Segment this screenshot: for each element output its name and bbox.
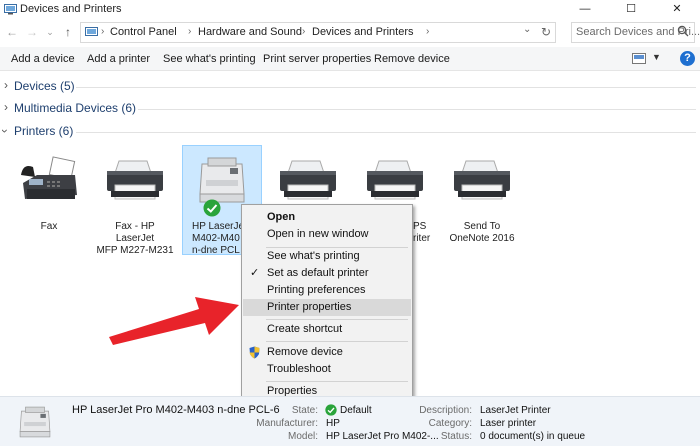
breadcrumb-separator-icon[interactable]: › xyxy=(302,26,305,37)
red-pointer-arrow-icon xyxy=(105,285,245,348)
back-arrow-icon[interactable]: ← xyxy=(4,24,20,40)
address-dropdown-icon[interactable]: ⌄ xyxy=(523,24,531,35)
close-button[interactable]: ✕ xyxy=(654,0,700,18)
help-icon[interactable]: ? xyxy=(680,51,695,66)
group-devices[interactable]: › Devices (5) xyxy=(0,78,700,96)
search-input[interactable]: Search Devices and Pri... xyxy=(571,22,700,43)
printer-label-line: M402-M40 xyxy=(192,233,240,244)
menu-item-set-default-printer[interactable]: ✓ Set as default printer xyxy=(243,265,411,282)
see-whats-printing-button[interactable]: See what's printing xyxy=(163,53,256,65)
printer-label-line: n-dne PCL xyxy=(192,245,240,256)
breadcrumb-separator-icon[interactable]: › xyxy=(101,26,104,37)
menu-item-printing-preferences[interactable]: Printing preferences xyxy=(243,282,411,299)
details-manufacturer-value: HP xyxy=(326,418,340,429)
up-arrow-icon[interactable]: ↑ xyxy=(60,24,76,40)
recent-locations-chevron-icon[interactable]: ⌄ xyxy=(42,24,58,40)
details-description-label: Description: xyxy=(419,405,472,416)
group-printers[interactable]: › Printers (6) xyxy=(0,123,700,141)
menu-item-see-whats-printing[interactable]: See what's printing xyxy=(243,248,411,265)
menu-item-printer-properties[interactable]: Printer properties xyxy=(243,299,411,316)
default-checkmark-icon xyxy=(203,199,221,220)
group-divider xyxy=(138,109,696,110)
breadcrumb-separator-icon[interactable]: › xyxy=(188,26,191,37)
printer-label-line: PS xyxy=(413,221,427,232)
group-divider xyxy=(76,87,696,88)
menu-separator xyxy=(266,341,408,342)
details-manufacturer-label: Manufacturer: xyxy=(256,418,318,429)
menu-item-label: Set as default printer xyxy=(267,267,369,279)
maximize-button[interactable]: ☐ xyxy=(608,0,654,18)
address-row: ← → ⌄ ↑ › Control Panel › Hardware and S… xyxy=(0,19,700,46)
forward-arrow-icon[interactable]: → xyxy=(24,24,40,40)
printer-tile-send-to-onenote[interactable]: Send To OneNote 2016 xyxy=(442,145,522,255)
default-checkmark-icon xyxy=(325,404,337,419)
details-pane: HP LaserJet Pro M402-M403 n-dne PCL-6 St… xyxy=(0,396,700,446)
search-icon[interactable] xyxy=(677,25,691,39)
print-server-properties-button[interactable]: Print server properties xyxy=(263,53,371,65)
command-bar: Add a device Add a printer See what's pr… xyxy=(0,47,700,71)
menu-separator xyxy=(266,381,408,382)
printer-label-line: Fax - HP LaserJet xyxy=(115,221,155,244)
control-panel-small-icon xyxy=(85,26,98,41)
chevron-down-icon: › xyxy=(0,129,12,133)
chevron-right-icon: › xyxy=(4,78,8,92)
breadcrumb-devices-and-printers[interactable]: Devices and Printers xyxy=(312,26,414,38)
details-state-label: State: xyxy=(291,405,318,416)
details-description-value: LaserJet Printer xyxy=(480,405,551,416)
view-options-icon[interactable] xyxy=(632,53,646,67)
group-multimedia-devices[interactable]: › Multimedia Devices (6) xyxy=(0,100,700,118)
add-printer-button[interactable]: Add a printer xyxy=(87,53,150,65)
fax-icon xyxy=(17,155,81,208)
menu-separator xyxy=(266,319,408,320)
window-title: Devices and Printers xyxy=(20,3,122,15)
devices-and-printers-window: Devices and Printers — ☐ ✕ ← → ⌄ ↑ › Con… xyxy=(0,0,700,446)
control-panel-icon xyxy=(4,3,17,18)
menu-item-create-shortcut[interactable]: Create shortcut xyxy=(243,321,411,338)
details-model-label: Model: xyxy=(287,431,318,442)
remove-device-button[interactable]: Remove device xyxy=(374,53,450,65)
title-bar: Devices and Printers — ☐ ✕ xyxy=(0,0,700,18)
checkmark-icon: ✓ xyxy=(250,267,260,279)
details-device-name: HP LaserJet Pro M402-M403 n-dne PCL-6 xyxy=(72,404,280,416)
menu-item-remove-device[interactable]: Remove device xyxy=(243,344,411,361)
printer-icon xyxy=(363,155,427,208)
details-status-value: 0 document(s) in queue xyxy=(480,431,586,442)
details-state-value: Default xyxy=(340,405,372,416)
context-menu: Open Open in new window See what's print… xyxy=(241,204,413,403)
laser-printer-icon xyxy=(16,403,54,444)
printer-icon xyxy=(450,155,514,208)
menu-item-open[interactable]: Open xyxy=(243,209,411,226)
details-category-value: Laser printer xyxy=(480,418,537,429)
printer-tile-fax-hp[interactable]: Fax - HP LaserJet MFP M227-M231 xyxy=(95,145,175,257)
breadcrumb-hardware-and-sound[interactable]: Hardware and Sound xyxy=(198,26,302,38)
printer-label-line: MFP M227-M231 xyxy=(96,245,174,256)
breadcrumb-control-panel[interactable]: Control Panel xyxy=(110,26,177,38)
printer-label-line: riter xyxy=(413,233,431,244)
printer-label-line: Send To xyxy=(463,221,501,232)
printer-icon xyxy=(276,155,340,208)
printer-label: Fax xyxy=(40,221,58,232)
menu-item-troubleshoot[interactable]: Troubleshoot xyxy=(243,361,411,378)
details-status-label: Status: xyxy=(440,431,472,442)
add-device-button[interactable]: Add a device xyxy=(11,53,75,65)
view-dropdown-icon[interactable]: ▼ xyxy=(652,52,661,62)
printer-icon xyxy=(103,155,167,208)
printer-label-line: OneNote 2016 xyxy=(449,233,515,244)
group-devices-label: Devices (5) xyxy=(14,79,75,93)
address-bar[interactable]: › Control Panel › Hardware and Sound › D… xyxy=(80,22,556,43)
printer-tile-fax[interactable]: Fax xyxy=(9,145,89,255)
breadcrumb-separator-icon[interactable]: › xyxy=(426,26,429,37)
menu-item-open-new-window[interactable]: Open in new window xyxy=(243,226,411,243)
printer-label-line: HP LaserJet xyxy=(192,221,247,232)
menu-item-label: Remove device xyxy=(267,346,343,358)
group-printers-label: Printers (6) xyxy=(14,124,74,138)
refresh-icon[interactable]: ↻ xyxy=(541,25,551,39)
details-category-label: Category: xyxy=(428,418,472,429)
group-divider xyxy=(76,132,696,133)
printer-label: Fax - HP LaserJet MFP M227-M231 xyxy=(95,221,175,257)
minimize-button[interactable]: — xyxy=(562,0,608,18)
printer-label: Send To OneNote 2016 xyxy=(442,221,522,245)
chevron-right-icon: › xyxy=(4,100,8,114)
group-multimedia-label: Multimedia Devices (6) xyxy=(14,101,137,115)
